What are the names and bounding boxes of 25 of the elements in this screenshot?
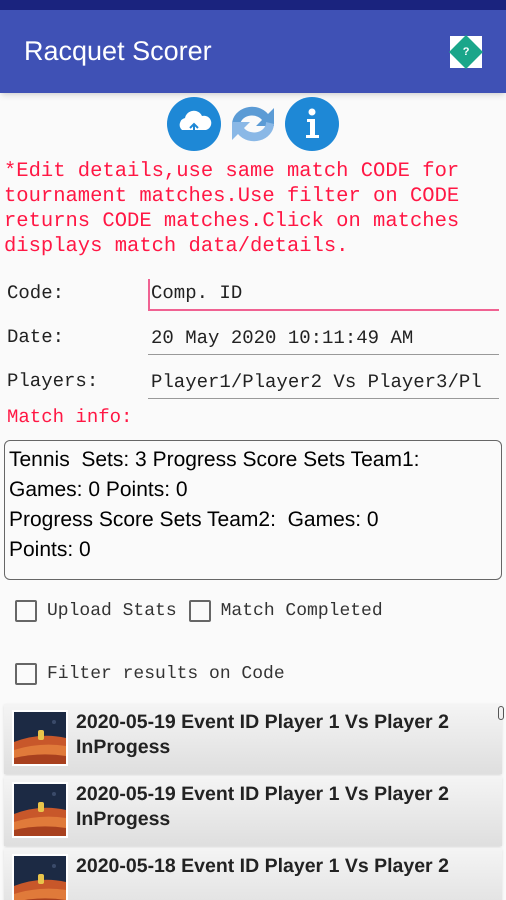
field-label: Date:	[7, 324, 66, 350]
checkbox-label: Upload Stats	[47, 600, 177, 622]
checkbox-label: Filter results on Code	[47, 662, 285, 686]
checkbox[interactable]	[15, 663, 37, 685]
field-label: Code:	[7, 280, 66, 306]
match-item[interactable]: 2020-05-18 Event ID Player 1 Vs Player 2	[4, 848, 502, 900]
input-field[interactable]: 20 May 2020 10:11:49 AM	[148, 324, 499, 355]
match-item[interactable]: 2020-05-19 Event ID Player 1 Vs Player 2 InProgess	[4, 704, 502, 774]
match-title: 2020-05-18 Event ID Player 1 Vs Player 2	[76, 854, 449, 878]
cloud-upload-icon[interactable]	[166, 96, 222, 152]
match-info-box[interactable]: Tennis Sets: 3 Progress Score Sets Team1: Games: 0 Points: 0 Progress Score Sets Team2: Games: 0 Points: 0	[4, 440, 502, 580]
match-title: 2020-05-19 Event ID Player 1 Vs Player 2 InProgess	[76, 710, 449, 760]
checkbox[interactable]	[188, 600, 211, 622]
info-icon[interactable]	[284, 96, 340, 152]
checkbox-label: Match Completed	[220, 600, 383, 622]
input-field[interactable]: Comp. ID	[148, 278, 499, 311]
app-title: Racquet Scorer	[24, 35, 212, 68]
instructions-text: *Edit details,use same match CODE for tournament matches.Use filter on CODE returns CODE matches.Click on matches displays match data/details.	[3, 159, 460, 259]
match-item[interactable]: 2020-05-19 Event ID Player 1 Vs Player 2 InProgess	[4, 776, 502, 846]
scrollbar[interactable]	[498, 706, 504, 720]
field-label: Players:	[7, 368, 100, 394]
input-field[interactable]: Player1/Player2 Vs Player3/Pl	[148, 368, 499, 399]
match-info-label: Match info:	[6, 405, 134, 430]
checkbox[interactable]	[15, 600, 37, 622]
match-title: 2020-05-19 Event ID Player 1 Vs Player 2 InProgess	[76, 782, 449, 832]
